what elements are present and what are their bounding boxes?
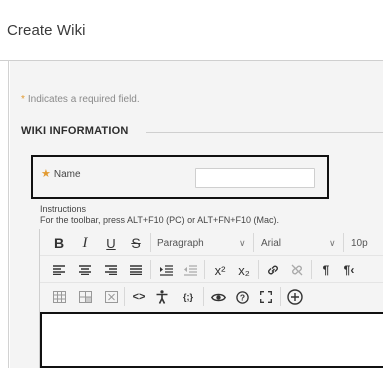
toolbar-help-text: For the toolbar, press ALT+F10 (PC) or A… [40,215,280,225]
chevron-down-icon: ∨ [329,237,336,248]
content-left-border [8,60,9,368]
toolbar-separator [311,260,312,279]
superscript-icon[interactable]: x² [210,259,230,281]
outdent-icon[interactable] [181,259,199,281]
align-center-icon[interactable] [76,259,94,281]
help-icon[interactable]: ? [233,286,251,308]
font-family-value: Arial [261,237,282,249]
clear-table-icon[interactable] [102,286,120,308]
toolbar-separator [253,233,254,252]
strikethrough-icon[interactable]: S [127,232,145,254]
underline-icon[interactable]: U [102,232,120,254]
required-note-text: Indicates a required field. [27,94,140,105]
section-divider [146,132,383,133]
name-input[interactable] [195,168,315,188]
toolbar-separator [280,287,281,306]
toolbar-separator [204,260,205,279]
name-label-text: Name [53,169,81,180]
link-icon[interactable] [264,259,282,281]
unlink-icon[interactable] [288,259,306,281]
toolbar-separator [150,233,151,252]
required-star-icon: ★ [41,168,51,180]
fullscreen-icon[interactable] [257,286,275,308]
svg-text:?: ? [239,292,244,302]
indent-icon[interactable] [157,259,175,281]
align-left-icon[interactable] [50,259,68,281]
table-cell-icon[interactable] [76,286,94,308]
font-family-select[interactable]: Arial ∨ [261,233,343,253]
required-field-note: * Indicates a required field. [21,94,140,105]
instructions-label: Instructions [40,204,87,214]
font-size-select[interactable]: 10p [351,233,383,253]
toolbar-row-1: B I U S Paragraph ∨ Arial ∨ 10p [40,229,383,256]
align-right-icon[interactable] [102,259,120,281]
page-title: Create Wiki [7,22,86,39]
chevron-down-icon: ∨ [239,237,246,248]
table-icon[interactable] [50,286,68,308]
accessibility-icon[interactable] [153,286,171,308]
editor-text-area[interactable] [40,312,383,368]
bold-icon[interactable]: B [50,232,68,254]
add-content-icon[interactable] [284,286,306,308]
math-icon[interactable]: {;} [177,286,199,308]
font-size-value: 10p [351,237,368,249]
subscript-icon[interactable]: x₂ [234,259,254,281]
italic-icon[interactable]: I [76,232,94,254]
source-code-icon[interactable]: <> [128,286,150,308]
toolbar-separator [150,260,151,279]
toolbar-separator [124,287,125,306]
rich-text-editor: B I U S Paragraph ∨ Arial ∨ 10p x² x₂ ¶ … [39,229,383,368]
preview-icon[interactable] [208,286,228,308]
required-star: * [21,94,25,105]
rtl-icon[interactable]: ¶‹ [339,259,359,281]
name-label: ★ Name [41,167,81,180]
justify-icon[interactable] [127,259,145,281]
toolbar-separator [343,233,344,252]
ltr-icon[interactable]: ¶ [317,259,335,281]
section-title: WIKI INFORMATION [21,125,129,137]
name-field-group: ★ Name [31,155,329,199]
toolbar-separator [258,260,259,279]
toolbar-row-2: x² x₂ ¶ ¶‹ [40,256,383,283]
toolbar-row-3: <> {;} ? [40,283,383,310]
toolbar-separator [203,287,204,306]
paragraph-format-select[interactable]: Paragraph ∨ [157,233,253,253]
paragraph-format-value: Paragraph [157,237,204,249]
